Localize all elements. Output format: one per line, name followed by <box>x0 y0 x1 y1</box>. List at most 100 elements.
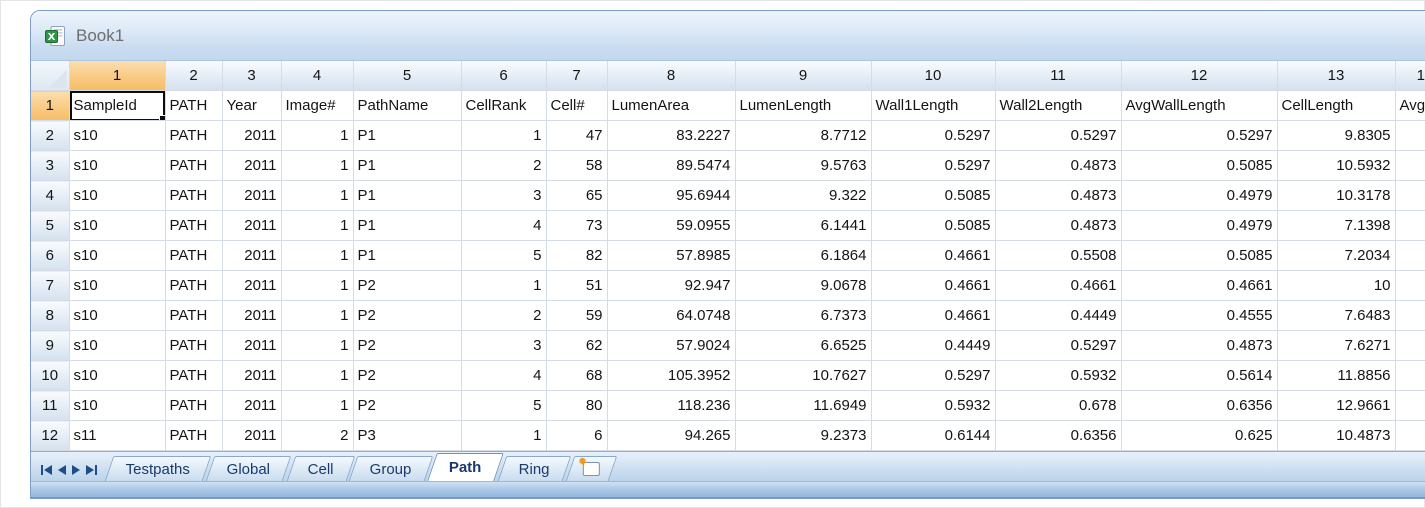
grid-cell[interactable]: 3 <box>461 331 546 361</box>
row-header-4[interactable]: 4 <box>31 181 69 211</box>
grid-cell[interactable]: 0.4873 <box>995 181 1121 211</box>
grid-cell[interactable]: 0.5297 <box>1121 121 1277 151</box>
grid-cell[interactable]: s10 <box>69 241 165 271</box>
sheet-tab-testpaths[interactable]: Testpaths <box>105 456 212 481</box>
grid-cell[interactable]: 0.4979 <box>1121 211 1277 241</box>
grid-cell[interactable]: 6.1441 <box>735 211 871 241</box>
grid-cell[interactable] <box>1395 121 1425 151</box>
grid-cell[interactable]: PATH <box>165 361 222 391</box>
grid-cell[interactable]: 94.265 <box>607 421 735 451</box>
column-header-13[interactable]: 13 <box>1277 61 1395 91</box>
grid-cell[interactable]: 10.5932 <box>1277 151 1395 181</box>
grid-cell[interactable]: 0.5932 <box>995 361 1121 391</box>
grid-cell[interactable]: PATH <box>165 331 222 361</box>
row-header-10[interactable]: 10 <box>31 361 69 391</box>
grid-cell[interactable]: 9.322 <box>735 181 871 211</box>
grid-cell[interactable]: 0.4873 <box>995 151 1121 181</box>
grid-cell[interactable]: 6.1864 <box>735 241 871 271</box>
grid-cell[interactable]: PATH <box>165 241 222 271</box>
sheet-tab-ring[interactable]: Ring <box>497 456 570 481</box>
grid-cell[interactable] <box>1395 361 1425 391</box>
grid-cell[interactable]: 1 <box>281 181 353 211</box>
previous-sheet-button[interactable] <box>58 465 66 475</box>
grid-cell[interactable]: 1 <box>281 151 353 181</box>
grid-cell[interactable]: 6.6525 <box>735 331 871 361</box>
grid-cell[interactable]: LumenArea <box>607 91 735 121</box>
grid-cell[interactable]: 2011 <box>222 121 281 151</box>
grid-cell[interactable] <box>1395 271 1425 301</box>
sheet-tab-global[interactable]: Global <box>206 456 292 481</box>
grid-cell[interactable]: 1 <box>461 121 546 151</box>
grid-cell[interactable]: 0.6356 <box>1121 391 1277 421</box>
row-header-6[interactable]: 6 <box>31 241 69 271</box>
grid-cell[interactable]: 0.4979 <box>1121 181 1277 211</box>
grid-cell[interactable]: 0.4873 <box>1121 331 1277 361</box>
grid-cell[interactable]: 73 <box>546 211 607 241</box>
grid-cell[interactable]: 8.7712 <box>735 121 871 151</box>
grid-cell[interactable]: 0.5614 <box>1121 361 1277 391</box>
grid-cell[interactable]: 10.3178 <box>1277 181 1395 211</box>
column-header-10[interactable]: 10 <box>871 61 995 91</box>
grid-cell[interactable]: 89.5474 <box>607 151 735 181</box>
grid-cell[interactable]: 0.6356 <box>995 421 1121 451</box>
sheet-tab-path[interactable]: Path <box>427 453 503 481</box>
grid-cell[interactable] <box>1395 301 1425 331</box>
grid-cell[interactable]: 2011 <box>222 331 281 361</box>
grid-cell[interactable] <box>1395 211 1425 241</box>
grid-cell[interactable]: 2 <box>461 301 546 331</box>
grid-cell[interactable]: 0.4661 <box>871 241 995 271</box>
grid-cell[interactable]: 0.5297 <box>871 361 995 391</box>
insert-worksheet-tab[interactable]: ✹ <box>565 456 617 481</box>
grid-cell[interactable]: 2011 <box>222 151 281 181</box>
grid-cell[interactable]: PATH <box>165 121 222 151</box>
column-header-3[interactable]: 3 <box>222 61 281 91</box>
grid-cell[interactable]: 0.5085 <box>1121 151 1277 181</box>
grid-cell[interactable]: P1 <box>353 211 461 241</box>
grid-cell[interactable]: P2 <box>353 361 461 391</box>
grid-cell[interactable]: CellLength <box>1277 91 1395 121</box>
first-sheet-button[interactable] <box>41 465 52 475</box>
next-sheet-button[interactable] <box>72 465 80 475</box>
row-header-5[interactable]: 5 <box>31 211 69 241</box>
grid-cell[interactable]: 118.236 <box>607 391 735 421</box>
grid-cell[interactable]: PATH <box>165 211 222 241</box>
grid-cell[interactable]: Year <box>222 91 281 121</box>
grid-cell[interactable]: 11.8856 <box>1277 361 1395 391</box>
grid-cell[interactable]: PATH <box>165 271 222 301</box>
grid-cell[interactable]: LumenLength <box>735 91 871 121</box>
row-header-1[interactable]: 1 <box>31 91 69 121</box>
row-header-2[interactable]: 2 <box>31 121 69 151</box>
grid-cell[interactable]: s10 <box>69 331 165 361</box>
grid-cell[interactable]: 2 <box>461 151 546 181</box>
sheet-tab-cell[interactable]: Cell <box>286 456 354 481</box>
grid-cell[interactable]: 2011 <box>222 301 281 331</box>
grid-cell[interactable]: PATH <box>165 181 222 211</box>
column-header-4[interactable]: 4 <box>281 61 353 91</box>
grid-cell[interactable]: P2 <box>353 271 461 301</box>
fill-handle[interactable] <box>159 115 166 121</box>
workbook-titlebar[interactable]: X Book1 <box>31 11 1425 61</box>
grid-cell[interactable]: 0.4873 <box>995 211 1121 241</box>
grid-cell[interactable]: 11.6949 <box>735 391 871 421</box>
grid-cell[interactable] <box>1395 241 1425 271</box>
grid-cell[interactable]: 51 <box>546 271 607 301</box>
grid-cell[interactable]: 0.4661 <box>1121 271 1277 301</box>
column-header-11[interactable]: 11 <box>995 61 1121 91</box>
grid-cell[interactable]: 2011 <box>222 211 281 241</box>
grid-cell[interactable]: P1 <box>353 181 461 211</box>
grid-cell[interactable]: 5 <box>461 241 546 271</box>
grid-cell[interactable]: 10.7627 <box>735 361 871 391</box>
active-cell[interactable]: SampleId <box>69 91 165 121</box>
grid-cell[interactable]: 1 <box>281 391 353 421</box>
column-header-5[interactable]: 5 <box>353 61 461 91</box>
grid-cell[interactable]: 0.5297 <box>995 121 1121 151</box>
grid-cell[interactable]: 92.947 <box>607 271 735 301</box>
column-header-1[interactable]: 1 <box>69 61 165 91</box>
grid-cell[interactable]: 1 <box>281 241 353 271</box>
grid-cell[interactable]: Avg <box>1395 91 1425 121</box>
grid-cell[interactable]: Cell# <box>546 91 607 121</box>
grid-cell[interactable]: 65 <box>546 181 607 211</box>
grid-cell[interactable] <box>1395 421 1425 451</box>
grid-cell[interactable]: 2011 <box>222 241 281 271</box>
grid-cell[interactable]: P1 <box>353 121 461 151</box>
